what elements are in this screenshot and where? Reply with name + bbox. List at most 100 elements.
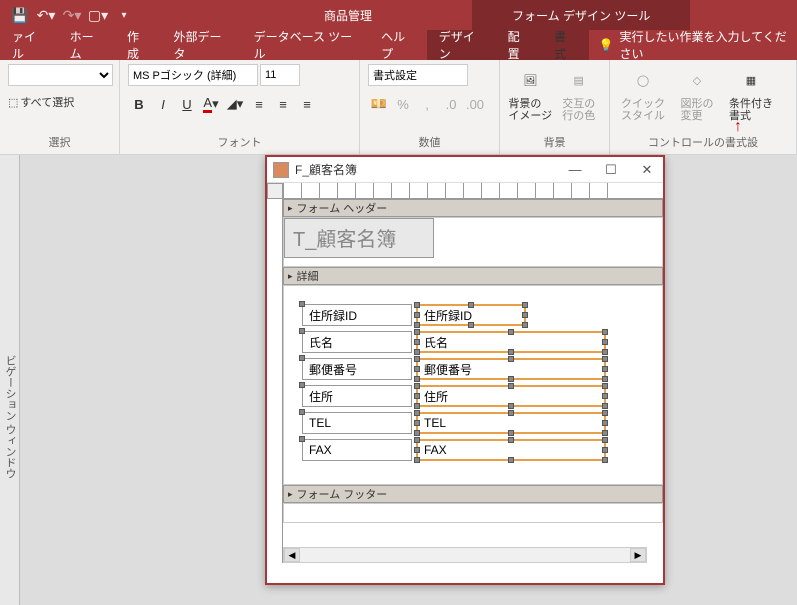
resize-handle[interactable] — [508, 430, 514, 436]
resize-handle[interactable] — [508, 437, 514, 443]
tab-external-data[interactable]: 外部データ — [161, 30, 241, 60]
resize-handle[interactable] — [414, 329, 420, 335]
resize-handle[interactable] — [602, 457, 608, 463]
tab-home[interactable]: ホーム — [58, 30, 115, 60]
resize-handle[interactable] — [508, 356, 514, 362]
number-format-combo[interactable] — [368, 64, 468, 86]
bold-button[interactable]: B — [128, 93, 150, 115]
scroll-thumb[interactable] — [300, 548, 630, 562]
align-right-button[interactable]: ≡ — [296, 93, 318, 115]
resize-handle[interactable] — [602, 447, 608, 453]
save-icon[interactable]: 💾 — [12, 7, 28, 23]
resize-handle[interactable] — [508, 457, 514, 463]
resize-handle[interactable] — [414, 420, 420, 426]
resize-handle[interactable] — [602, 383, 608, 389]
resize-handle[interactable] — [602, 420, 608, 426]
tell-me[interactable]: 💡 実行したい作業を入力してください — [599, 28, 797, 62]
field-textbox[interactable]: 氏名 — [416, 331, 606, 353]
section-detail-body[interactable]: 住所録ID住所録ID氏名氏名郵便番号郵便番号住所住所TELTELFAXFAX — [283, 285, 663, 485]
field-textbox[interactable]: 住所録ID — [416, 304, 526, 326]
qat-more-icon[interactable]: ▾ — [116, 7, 132, 23]
alternate-row-color-button[interactable]: ▤ 交互の 行の色 — [557, 64, 602, 122]
tab-format[interactable]: 書式 — [542, 30, 588, 60]
italic-button[interactable]: I — [152, 93, 174, 115]
resize-handle[interactable] — [602, 410, 608, 416]
resize-handle[interactable] — [508, 349, 514, 355]
resize-handle[interactable] — [522, 322, 528, 328]
resize-handle[interactable] — [602, 356, 608, 362]
font-size-combo[interactable] — [260, 64, 300, 86]
field-label[interactable]: 氏名 — [302, 331, 412, 353]
resize-handle[interactable] — [602, 403, 608, 409]
form-title-label[interactable]: T_顧客名簿 — [284, 218, 434, 258]
section-bar-footer[interactable]: フォーム フッター — [283, 485, 663, 503]
form-titlebar[interactable]: F_顧客名簿 — ☐ ✕ — [267, 157, 663, 183]
font-name-combo[interactable] — [128, 64, 258, 86]
increase-decimal-button[interactable]: .0 — [440, 93, 462, 115]
resize-handle[interactable] — [468, 322, 474, 328]
field-label[interactable]: TEL — [302, 412, 412, 434]
navigation-pane[interactable]: ビゲーション ウィンドウ — [0, 155, 20, 605]
resize-handle[interactable] — [414, 383, 420, 389]
resize-handle[interactable] — [508, 403, 514, 409]
section-footer-body[interactable] — [283, 503, 663, 523]
tab-arrange[interactable]: 配置 — [496, 30, 542, 60]
resize-handle[interactable] — [602, 376, 608, 382]
field-textbox[interactable]: 住所 — [416, 385, 606, 407]
resize-handle[interactable] — [414, 457, 420, 463]
resize-handle[interactable] — [414, 349, 420, 355]
resize-handle[interactable] — [414, 376, 420, 382]
underline-button[interactable]: U — [176, 93, 198, 115]
tab-create[interactable]: 作成 — [115, 30, 161, 60]
field-label[interactable]: FAX — [302, 439, 412, 461]
section-bar-header[interactable]: フォーム ヘッダー — [283, 199, 663, 217]
resize-handle[interactable] — [508, 383, 514, 389]
resize-handle[interactable] — [508, 410, 514, 416]
selection-combo[interactable] — [8, 64, 113, 86]
field-label[interactable]: 郵便番号 — [302, 358, 412, 380]
resize-handle[interactable] — [414, 356, 420, 362]
resize-handle[interactable] — [414, 403, 420, 409]
field-textbox[interactable]: 郵便番号 — [416, 358, 606, 380]
customize-icon[interactable]: ▢▾ — [90, 7, 106, 23]
tab-design[interactable]: デザイン — [427, 30, 496, 60]
minimize-button[interactable]: — — [565, 162, 585, 178]
resize-handle[interactable] — [508, 376, 514, 382]
align-center-button[interactable]: ≡ — [272, 93, 294, 115]
resize-handle[interactable] — [414, 393, 420, 399]
background-image-button[interactable]: 🖼 背景の イメージ — [508, 64, 553, 122]
field-textbox[interactable]: FAX — [416, 439, 606, 461]
decrease-decimal-button[interactable]: .00 — [464, 93, 486, 115]
vertical-ruler[interactable] — [267, 199, 283, 563]
currency-button[interactable]: 💴 — [368, 93, 390, 115]
form-design-surface[interactable]: フォーム ヘッダー T_顧客名簿 詳細 住所録ID住所録ID氏名氏名郵便番号郵便… — [267, 183, 663, 563]
field-label[interactable]: 住所 — [302, 385, 412, 407]
resize-handle[interactable] — [602, 437, 608, 443]
resize-handle[interactable] — [414, 410, 420, 416]
maximize-button[interactable]: ☐ — [601, 162, 621, 178]
resize-handle[interactable] — [522, 302, 528, 308]
section-header-body[interactable]: T_顧客名簿 — [283, 217, 663, 267]
tab-file[interactable]: ァイル — [0, 30, 58, 60]
resize-handle[interactable] — [468, 302, 474, 308]
redo-icon[interactable]: ↷▾ — [64, 7, 80, 23]
resize-handle[interactable] — [414, 312, 420, 318]
resize-handle[interactable] — [602, 339, 608, 345]
select-all-button[interactable]: ⬚すべて選択 — [8, 94, 74, 110]
scroll-left-button[interactable]: ◀ — [284, 548, 300, 562]
scroll-right-button[interactable]: ▶ — [630, 548, 646, 562]
resize-handle[interactable] — [508, 329, 514, 335]
undo-icon[interactable]: ↶▾ — [38, 7, 54, 23]
conditional-formatting-button[interactable]: ▦ 条件付き 書式 — [726, 64, 776, 122]
percent-button[interactable]: % — [392, 93, 414, 115]
tab-help[interactable]: ヘルプ — [369, 30, 427, 60]
resize-handle[interactable] — [414, 302, 420, 308]
close-button[interactable]: ✕ — [637, 162, 657, 178]
resize-handle[interactable] — [602, 430, 608, 436]
quick-styles-button[interactable]: ◯ クイック スタイル — [618, 64, 668, 122]
resize-handle[interactable] — [414, 322, 420, 328]
comma-button[interactable]: , — [416, 93, 438, 115]
horizontal-scrollbar[interactable]: ◀ ▶ — [283, 547, 647, 563]
resize-handle[interactable] — [602, 366, 608, 372]
resize-handle[interactable] — [414, 437, 420, 443]
